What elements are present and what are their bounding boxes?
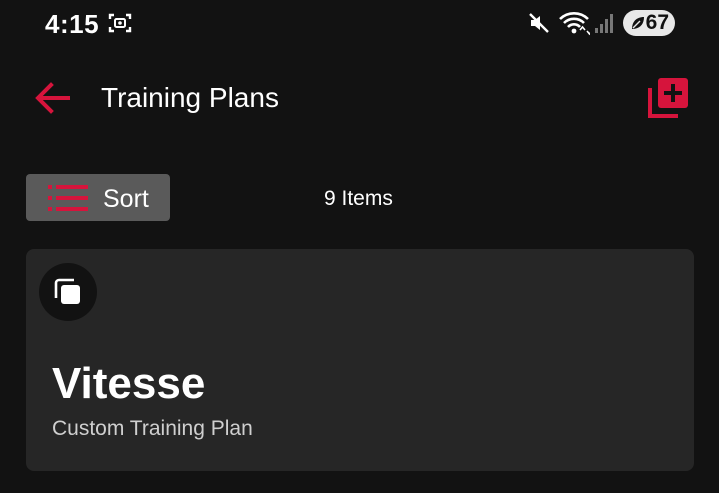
add-plan-button[interactable]	[644, 74, 692, 122]
plan-name: Vitesse	[52, 359, 206, 408]
mute-icon	[529, 13, 549, 33]
items-count: 9 Items	[324, 187, 393, 210]
sort-button[interactable]: Sort	[26, 174, 170, 221]
screenshot-icon	[108, 13, 132, 33]
wifi-icon	[559, 12, 590, 36]
battery-indicator: 67	[623, 10, 675, 36]
arrow-left-icon	[35, 82, 70, 114]
plan-icon-badge	[39, 263, 97, 321]
status-time: 4:15	[45, 9, 100, 39]
add-library-icon	[648, 78, 688, 118]
copy-icon	[54, 278, 80, 304]
battery-level: 67	[645, 11, 669, 34]
sort-list-icon	[48, 185, 88, 211]
back-button[interactable]	[30, 78, 74, 118]
signal-icon	[595, 14, 613, 33]
sort-label: Sort	[103, 185, 149, 213]
battery-saver-leaf-icon	[632, 17, 644, 29]
app-bar: Training Plans	[0, 60, 719, 132]
page-title: Training Plans	[101, 82, 279, 113]
status-bar: 4:15 67	[0, 0, 719, 50]
training-plan-card[interactable]: Vitesse Custom Training Plan	[26, 249, 694, 471]
plan-type: Custom Training Plan	[52, 417, 253, 440]
